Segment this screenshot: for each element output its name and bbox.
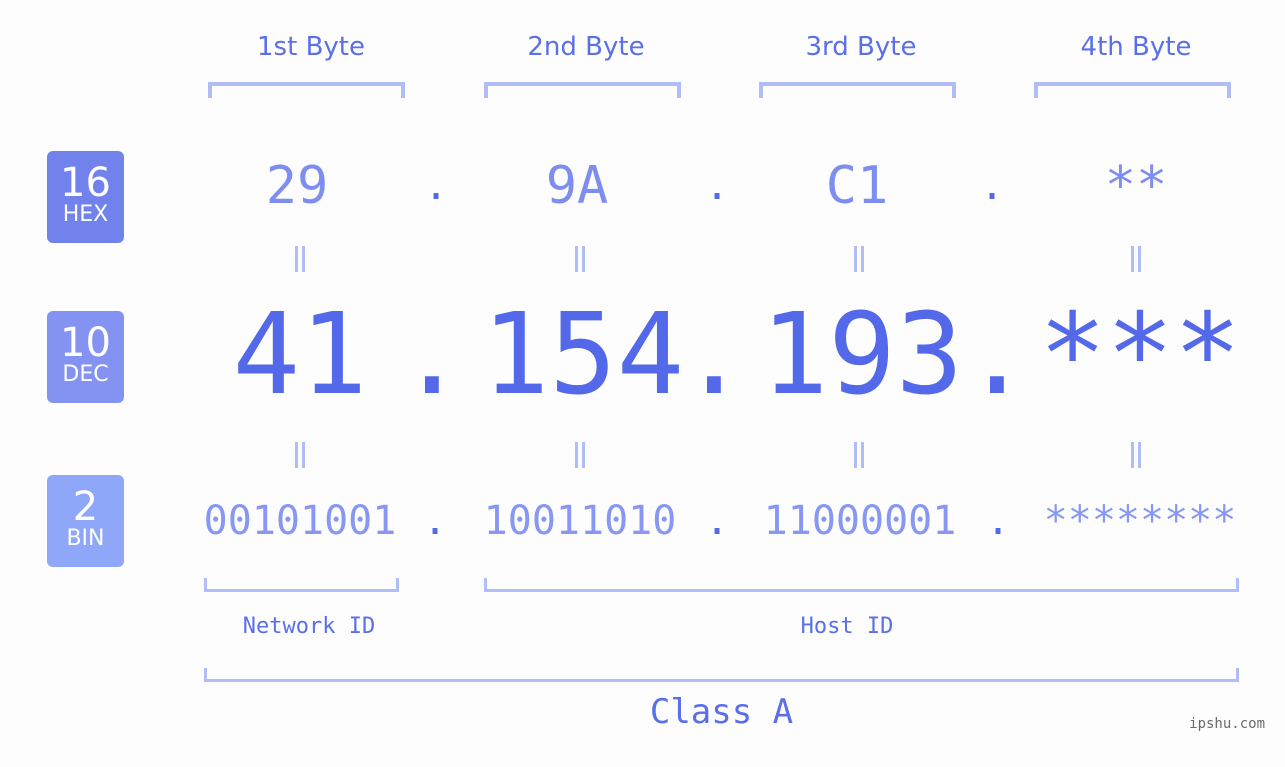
bin-byte-4: ********: [1043, 498, 1237, 544]
class-bracket: [204, 668, 1239, 682]
byte-bracket-1: [208, 82, 405, 98]
equals-icon: [839, 440, 879, 477]
equals-icon: [1116, 244, 1156, 281]
hex-byte-2: 9A: [545, 156, 609, 216]
dec-badge-label: DEC: [62, 362, 109, 387]
equals-icon: [280, 244, 320, 281]
hex-dot-2: .: [704, 163, 730, 209]
equals-icon: [839, 244, 879, 281]
byte-header-1: 1st Byte: [257, 32, 365, 62]
byte-bracket-2: [484, 82, 681, 98]
dec-byte-4: ***: [1038, 290, 1242, 420]
bin-badge-base: 2: [72, 484, 99, 530]
hex-byte-4: **: [1104, 156, 1168, 216]
bin-byte-1: 00101001: [203, 498, 397, 544]
watermark: ipshu.com: [1189, 716, 1265, 732]
byte-header-3: 3rd Byte: [805, 32, 917, 62]
equals-icon: [560, 244, 600, 281]
class-label: Class A: [649, 692, 794, 732]
dec-byte-3: 193: [760, 290, 964, 420]
hex-badge-label: HEX: [62, 202, 109, 227]
equals-icon: [1116, 440, 1156, 477]
bin-dot-3: .: [985, 498, 1011, 544]
equals-icon: [560, 440, 600, 477]
dec-badge-base: 10: [60, 320, 111, 366]
bin-dot-1: .: [422, 498, 448, 544]
network-id-bracket: [204, 578, 399, 592]
dec-badge: 10 DEC: [47, 311, 124, 403]
host-id-bracket: [484, 578, 1239, 592]
dec-dot-1: .: [398, 290, 466, 420]
host-id-label: Host ID: [800, 614, 894, 639]
byte-header-2: 2nd Byte: [527, 32, 645, 62]
hex-badge-base: 16: [60, 160, 111, 206]
bin-byte-2: 10011010: [483, 498, 677, 544]
equals-icon: [280, 440, 320, 477]
byte-header-4: 4th Byte: [1080, 32, 1192, 62]
byte-bracket-3: [759, 82, 956, 98]
bin-badge-label: BIN: [66, 526, 105, 551]
bin-byte-3: 11000001: [763, 498, 957, 544]
dec-byte-2: 154: [481, 290, 685, 420]
byte-bracket-4: [1034, 82, 1231, 98]
bin-badge: 2 BIN: [47, 475, 124, 567]
network-id-label: Network ID: [242, 614, 376, 639]
dec-byte-1: 41: [232, 290, 368, 420]
hex-dot-1: .: [423, 163, 449, 209]
hex-byte-3: C1: [825, 156, 889, 216]
bin-dot-2: .: [704, 498, 730, 544]
hex-byte-1: 29: [265, 156, 329, 216]
hex-badge: 16 HEX: [47, 151, 124, 243]
hex-dot-3: .: [979, 163, 1005, 209]
